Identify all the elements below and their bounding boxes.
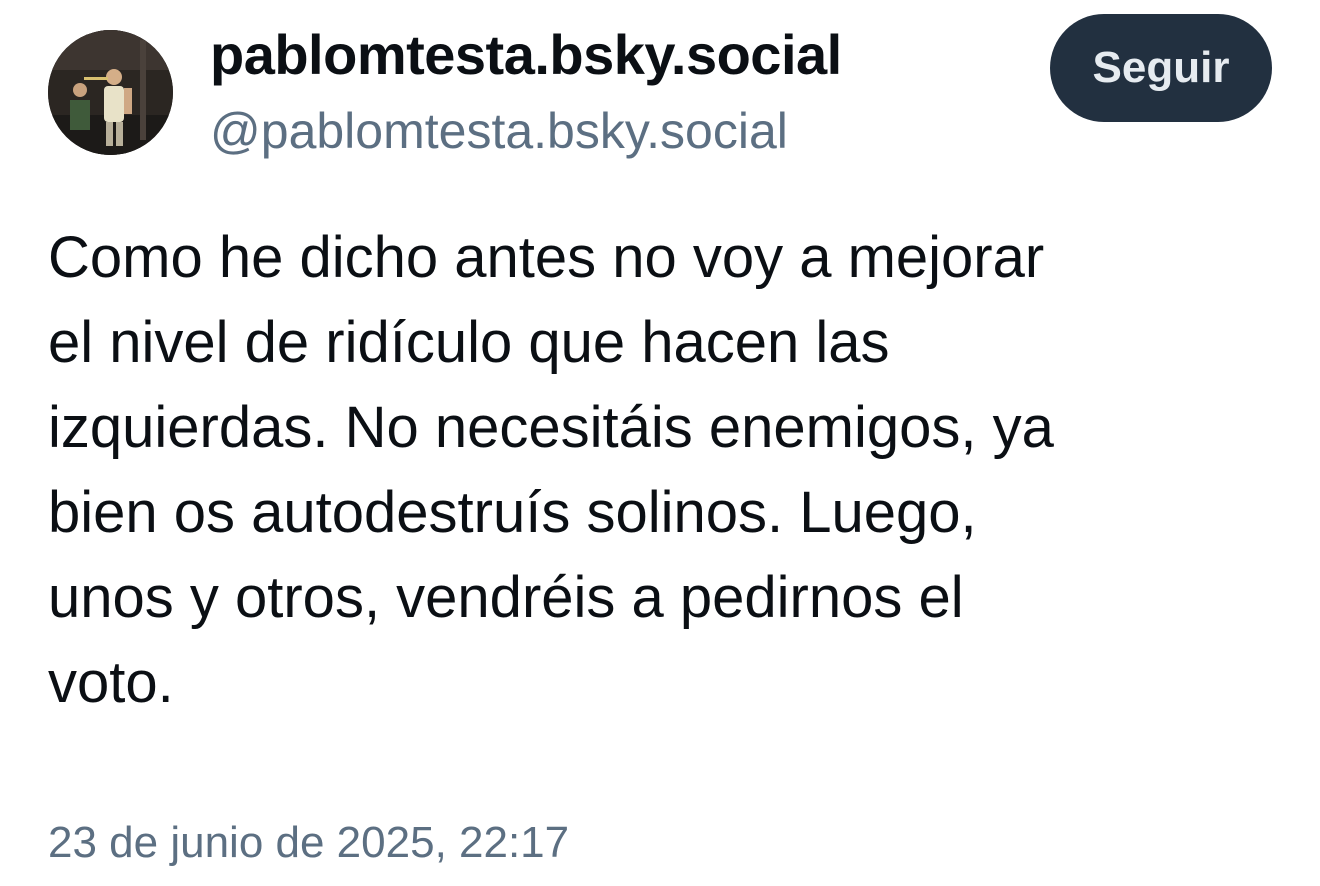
post-text: Como he dicho antes no voy a mejorar el … xyxy=(48,215,1248,725)
post-text-line: Como he dicho antes no voy a mejorar xyxy=(48,225,1045,290)
post-text-line: voto. xyxy=(48,650,174,715)
post-text-line: el nivel de ridículo que hacen las xyxy=(48,310,890,375)
post-text-line: unos y otros, vendréis a pedirnos el xyxy=(48,565,964,630)
post-text-line: izquierdas. No necesitáis enemigos, ya xyxy=(48,395,1054,460)
post-text-line: bien os autodestruís solinos. Luego, xyxy=(48,480,977,545)
avatar-photo xyxy=(48,30,173,155)
avatar[interactable] xyxy=(48,30,173,155)
follow-button[interactable]: Seguir xyxy=(1050,14,1272,122)
author-handle[interactable]: @pablomtesta.bsky.social xyxy=(210,102,788,160)
author-display-name[interactable]: pablomtesta.bsky.social xyxy=(210,22,842,87)
post-timestamp[interactable]: 23 de junio de 2025, 22:17 xyxy=(48,818,569,868)
